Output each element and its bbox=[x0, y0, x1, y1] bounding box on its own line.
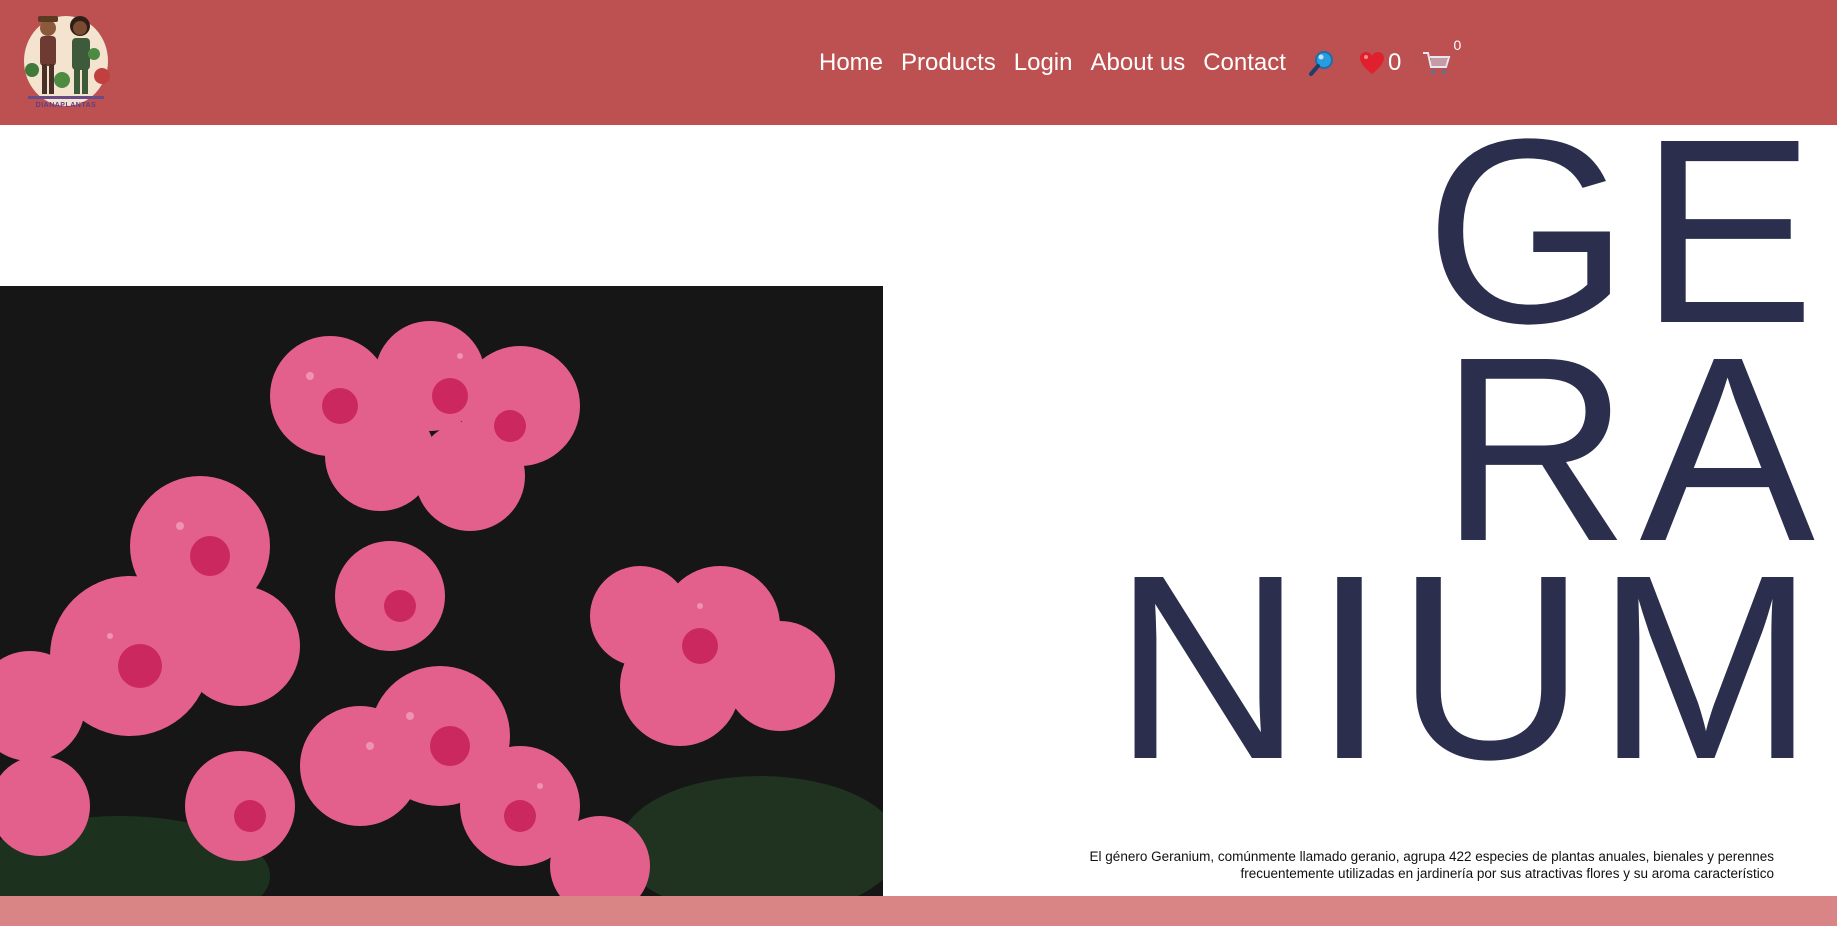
hero-image-geranium bbox=[0, 286, 883, 896]
site-logo[interactable]: DIANAPLANTAS bbox=[18, 6, 114, 114]
site-footer bbox=[0, 896, 1837, 926]
nav-about-us[interactable]: About us bbox=[1090, 49, 1185, 77]
search-icon[interactable] bbox=[1308, 49, 1336, 77]
cart-icon bbox=[1421, 49, 1451, 77]
nav-contact[interactable]: Contact bbox=[1203, 49, 1286, 77]
description-line: frecuentemente utilizadas en jardinería … bbox=[1240, 866, 1775, 881]
hero-title-line: NIUM bbox=[1112, 520, 1825, 814]
logo-text: DIANAPLANTAS bbox=[35, 102, 97, 109]
nav-login[interactable]: Login bbox=[1014, 49, 1073, 77]
nav-home[interactable]: Home bbox=[819, 49, 883, 77]
wishlist-button[interactable]: 0 bbox=[1358, 49, 1401, 77]
main-nav: Home Products Login About us Contact 0 0 bbox=[819, 37, 1461, 80]
cart-count: 0 bbox=[1453, 37, 1462, 53]
hero-title: GE RA NIUM bbox=[1077, 100, 1837, 814]
nav-products[interactable]: Products bbox=[901, 49, 996, 77]
wishlist-count: 0 bbox=[1387, 49, 1402, 76]
heart-icon bbox=[1358, 49, 1386, 77]
description-line: El género Geranium, comúnmente llamado g… bbox=[1089, 849, 1774, 864]
cart-button[interactable]: 0 bbox=[1421, 37, 1461, 77]
hero-description: El género Geranium, comúnmente llamado g… bbox=[1014, 848, 1774, 882]
